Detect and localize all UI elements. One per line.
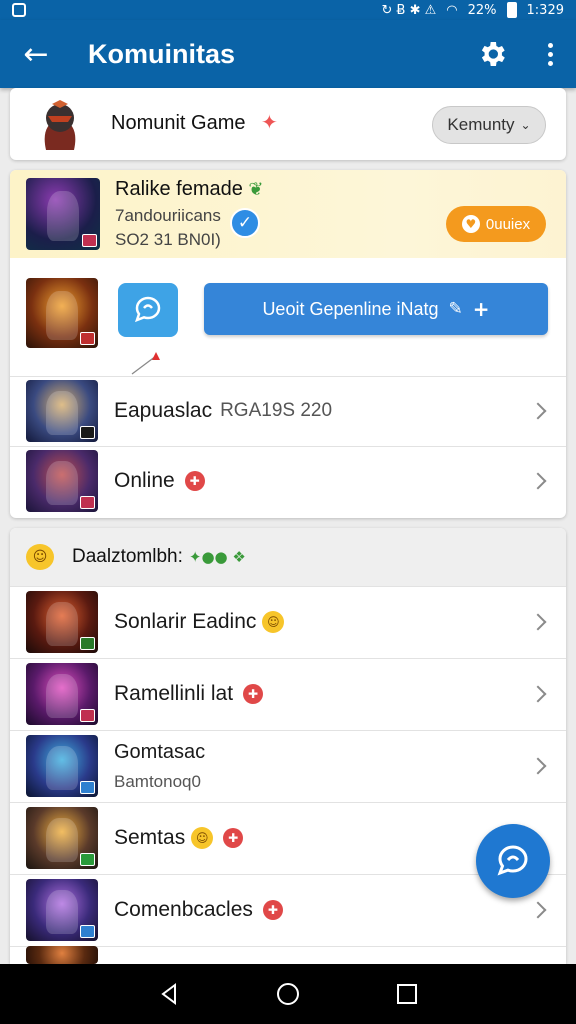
chat-fab-button[interactable] <box>476 824 550 898</box>
list-item-text: Gomtasac Bamtonoq0 <box>114 741 205 792</box>
verified-check-icon: ✓ <box>230 208 260 238</box>
system-nav-bar <box>0 964 576 1024</box>
list-thumbnail <box>26 807 98 869</box>
community-main-card: Ralike femade ❦ 7andouriicans SO2 31 BN0… <box>10 170 566 518</box>
more-options-icon[interactable] <box>540 34 560 74</box>
list-thumbnail <box>26 591 98 653</box>
chevron-right-icon <box>529 472 547 490</box>
chevron-right-icon <box>529 901 547 919</box>
action-row: Ueoit Gepenline iNatg ✎ + <box>10 258 566 376</box>
list-item-label: Sonlarir Eadinc <box>114 610 257 633</box>
avatar <box>32 98 88 152</box>
list-item[interactable]: Online ✚ <box>10 446 566 516</box>
status-right: ↻ Ƀ ✱ ⚠ ◠ 22% 1:329 <box>382 2 564 18</box>
app-bar-actions <box>472 34 560 74</box>
chat-icon <box>497 845 528 876</box>
list-thumbnail <box>26 380 98 442</box>
list-item[interactable]: Comenbcacles ✚ <box>10 874 566 946</box>
chevron-down-icon: ⌄ <box>520 118 531 132</box>
game-badge-icon <box>80 332 95 345</box>
featured-title: Ralike femade <box>115 178 243 200</box>
status-dot-icon: ✚ <box>243 684 264 704</box>
smile-icon: ☺ <box>191 827 214 849</box>
list-item-partial[interactable] <box>10 946 566 964</box>
list-item-label: Eapuaslac <box>114 399 213 422</box>
featured-row[interactable]: Ralike femade ❦ 7andouriicans SO2 31 BN0… <box>10 170 566 258</box>
back-triangle-icon[interactable] <box>149 974 189 1014</box>
status-icons: ↻ Ƀ ✱ ⚠ <box>381 2 437 18</box>
list-item-label: Semtas <box>114 826 186 849</box>
game-badge-icon <box>80 709 95 722</box>
section-title: Daalztomlbh: <box>72 546 183 567</box>
decoration-icons: ✦●● ❖ <box>188 548 246 566</box>
community-dropdown[interactable]: Kemunty ⌄ <box>432 106 546 144</box>
game-badge-icon <box>82 234 97 247</box>
primary-action-label: Ueoit Gepenline iNatg <box>262 298 439 319</box>
status-dot-icon: ✚ <box>184 471 205 491</box>
list-thumbnail <box>26 450 98 512</box>
section-card: ☺ Daalztomlbh: ✦●● ❖ Sonlarir Eadinc ☺ R… <box>10 528 566 964</box>
game-badge-icon <box>80 426 95 439</box>
featured-line2: 7andouriicans <box>115 206 221 225</box>
section-header: ☺ Daalztomlbh: ✦●● ❖ <box>10 528 566 586</box>
list-item[interactable]: Eapuaslac RGA19S 220 <box>10 376 566 446</box>
chat-bubble-button[interactable] <box>118 283 178 337</box>
list-thumbnail <box>26 946 98 964</box>
list-item[interactable]: Gomtasac Bamtonoq0 <box>10 730 566 802</box>
app-bar: ← Komuinitas <box>0 20 576 88</box>
list-item-sub: Bamtonoq0 <box>114 771 201 791</box>
community-header-card: Nomunit Game ✦ Kemunty ⌄ <box>10 88 566 160</box>
status-dot-icon: ✚ <box>223 828 244 848</box>
list-item-label: Comenbcacles <box>114 898 253 921</box>
chevron-right-icon <box>529 402 547 420</box>
list-item-label: Online <box>114 469 175 492</box>
list-thumbnail <box>26 735 98 797</box>
heart-icon: ♥ <box>461 215 480 233</box>
back-arrow-icon[interactable]: ← <box>16 34 56 74</box>
chevron-right-icon <box>529 613 547 631</box>
featured-line3: SO2 31 BN0I) <box>115 230 221 249</box>
game-badge-icon <box>80 853 95 866</box>
game-badge-icon <box>80 781 95 794</box>
pencil-icon: ✎ <box>448 299 463 319</box>
list-item[interactable]: Sonlarir Eadinc ☺ <box>10 586 566 658</box>
status-dot-icon: ✚ <box>262 900 283 920</box>
list-item-extra: RGA19S 220 <box>220 400 333 421</box>
battery-icon <box>506 2 517 18</box>
featured-title-wrap: Ralike femade ❦ <box>115 178 264 201</box>
featured-thumbnail <box>26 178 100 250</box>
chevron-right-icon <box>529 757 547 775</box>
dropdown-label: Kemunty <box>447 115 515 134</box>
smile-icon: ☺ <box>262 611 285 633</box>
status-time: 1:329 <box>526 2 564 18</box>
game-badge-icon <box>80 637 95 650</box>
action-thumbnail <box>26 278 98 348</box>
list-item-label: Ramellinli lat <box>114 682 234 705</box>
featured-action-button[interactable]: ♥ 0uuiex <box>446 206 546 242</box>
game-badge-icon <box>80 925 95 938</box>
community-name: Nomunit Game <box>111 112 246 134</box>
page-title: Komuinitas <box>88 38 236 69</box>
pointer-arrow-icon <box>131 352 160 375</box>
chat-icon <box>134 296 161 323</box>
list-item[interactable]: Ramellinli lat ✚ <box>10 658 566 730</box>
recents-square-icon[interactable] <box>387 974 427 1014</box>
featured-action-label: 0uuiex <box>485 215 531 233</box>
list-item-label: Gomtasac <box>114 740 206 763</box>
emoji-icon: ☺ <box>26 544 54 570</box>
battery-text: 22% <box>467 2 497 18</box>
chevron-right-icon <box>529 685 547 703</box>
leaf-icon: ❦ <box>248 179 264 199</box>
game-badge-icon <box>80 496 95 509</box>
primary-action-button[interactable]: Ueoit Gepenline iNatg ✎ + <box>204 283 548 335</box>
plus-icon: + <box>472 297 490 321</box>
list-thumbnail <box>26 879 98 941</box>
list-thumbnail <box>26 663 98 725</box>
home-circle-icon[interactable] <box>268 974 308 1014</box>
screenshot-icon <box>12 3 26 17</box>
sparkle-icon: ✦ <box>261 112 278 134</box>
gear-icon[interactable] <box>472 34 512 74</box>
wifi-icon: ◠ <box>446 2 458 18</box>
status-bar: ↻ Ƀ ✱ ⚠ ◠ 22% 1:329 <box>0 0 576 20</box>
